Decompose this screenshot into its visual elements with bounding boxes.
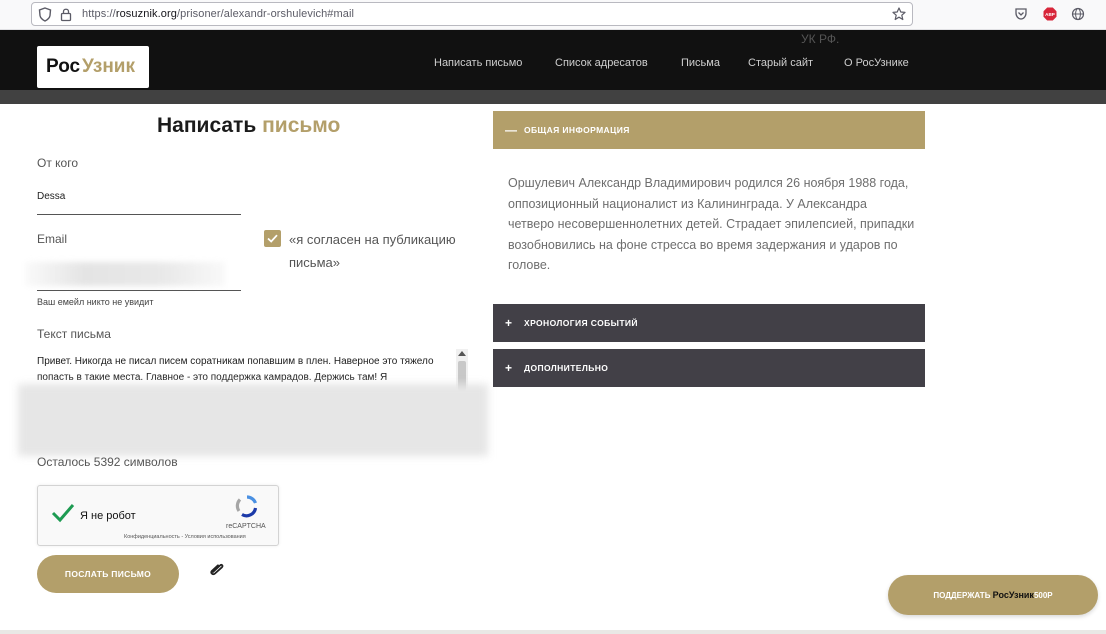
support-prefix: ПОДДЕРЖАТЬ [933,591,991,600]
accordion-additional[interactable]: + ДОПОЛНИТЕЛЬНО [493,349,925,387]
browser-toolbar: https://rosuznik.org/prisoner/alexandr-o… [0,0,1106,30]
collapse-icon: — [505,123,517,137]
support-brand: РосУзник [992,590,1034,600]
expand-icon: + [505,316,513,330]
email-note: Ваш емейл никто не увидит [37,297,154,307]
remaining-chars: Осталось 5392 символов [37,455,178,469]
recaptcha-logo-icon [235,495,258,518]
message-redacted-area [18,384,488,456]
email-input-redacted[interactable] [25,262,225,286]
header-subbar [0,90,1106,104]
svg-text:ABP: ABP [1045,12,1055,17]
lock-icon[interactable] [60,7,72,22]
support-button[interactable]: ПОДДЕРЖАТЬ РосУзник500Р [888,575,1098,615]
scroll-up-arrow-icon[interactable] [458,351,466,356]
support-amount: 500Р [1033,591,1053,600]
bookmark-star-icon[interactable] [892,7,906,21]
accordion-title: ДОПОЛНИТЕЛЬНО [524,363,609,373]
site-logo[interactable]: Рос Узник [37,46,149,88]
nav-recipients[interactable]: Список адресатов [555,57,648,69]
site-header: Рос Узник УК РФ. Написать письмо Список … [0,30,1106,90]
email-input-underline [37,290,241,291]
message-textarea[interactable]: Привет. Никогда не писал писем соратника… [37,354,455,386]
send-letter-button[interactable]: ПОСЛАТЬ ПИСЬМО [37,555,179,593]
address-bar[interactable]: https://rosuznik.org/prisoner/alexandr-o… [31,2,913,26]
shield-icon[interactable] [38,7,52,22]
nav-old-site[interactable]: Старый сайт [748,57,813,69]
from-label: От кого [37,156,79,170]
recaptcha-widget[interactable]: Я не робот reCAPTCHA Конфиденциальность … [37,485,279,546]
url-text[interactable]: https://rosuznik.org/prisoner/alexandr-o… [82,8,354,20]
nav-about[interactable]: О РосУзнике [844,57,909,69]
from-input[interactable]: Dessa [37,191,65,202]
accordion-title: ОБЩАЯ ИНФОРМАЦИЯ [524,125,630,135]
overlay-ghost-text: УК РФ. [801,32,840,46]
accordion-general-info[interactable]: — ОБЩАЯ ИНФОРМАЦИЯ [493,111,925,149]
captcha-checkmark-icon[interactable] [50,502,76,524]
adblock-icon[interactable]: ABP [1043,7,1057,21]
message-label: Текст письма [37,327,111,341]
expand-icon: + [505,361,513,375]
pocket-icon[interactable] [1014,7,1028,21]
checkmark-icon [267,234,278,243]
consent-label: «я согласен на публикацию письма» [289,232,456,270]
from-input-underline [37,214,241,215]
nav-letters[interactable]: Письма [681,57,720,69]
email-label: Email [37,232,68,246]
captcha-label: Я не робот [80,510,136,522]
logo-text-part2: Узник [82,56,135,77]
logo-text-part1: Рос [46,56,81,77]
page-title: Написать письмо [157,114,341,137]
accordion-chronology[interactable]: + ХРОНОЛОГИЯ СОБЫТИЙ [493,304,925,342]
recaptcha-terms[interactable]: Конфиденциальность - Условия использован… [124,534,246,540]
nav-write-letter[interactable]: Написать письмо [434,57,522,69]
page-bottom-border [0,630,1106,634]
recaptcha-brand: reCAPTCHA [226,523,266,530]
globe-icon[interactable] [1071,7,1085,21]
accordion-title: ХРОНОЛОГИЯ СОБЫТИЙ [524,318,638,328]
paperclip-icon[interactable] [206,562,226,576]
accordion-general-info-body: Оршулевич Александр Владимирович родился… [508,176,915,272]
consent-checkbox[interactable] [264,230,281,247]
